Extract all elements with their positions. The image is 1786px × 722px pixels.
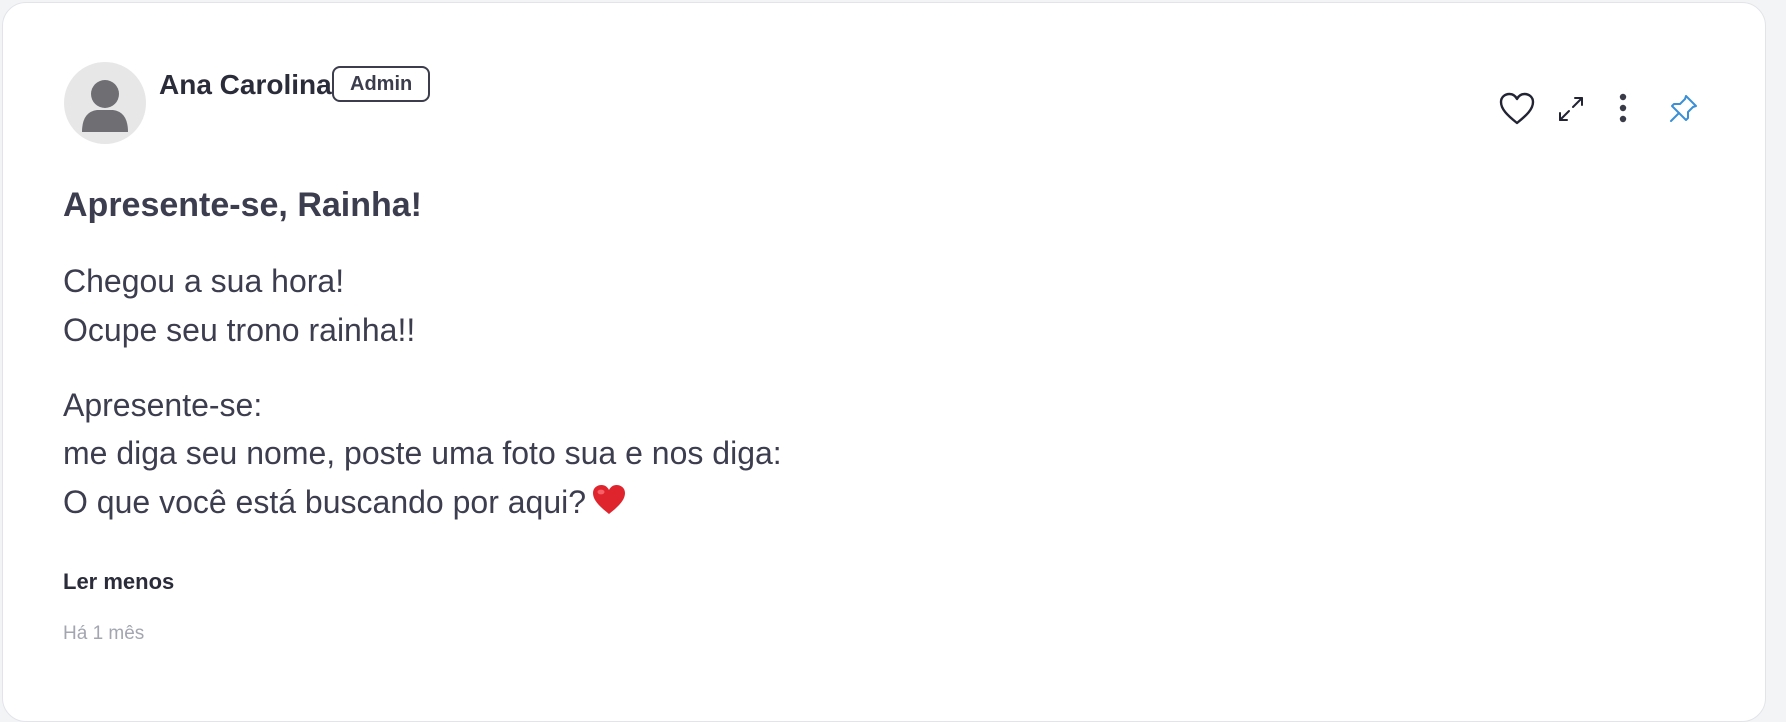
- like-button[interactable]: [1495, 87, 1539, 131]
- more-options-button[interactable]: [1601, 87, 1645, 131]
- pin-button[interactable]: [1661, 87, 1705, 131]
- post-body-line-with-emoji: O que você está buscando por aqui?: [63, 480, 626, 527]
- post-body-line: Apresente-se:: [63, 387, 263, 423]
- role-badge: Admin: [332, 66, 431, 102]
- red-heart-emoji: [592, 483, 626, 527]
- post-title: Apresente-se, Rainha!: [63, 186, 422, 224]
- expand-arrows-icon: [1559, 97, 1583, 121]
- post-card: Ana Carolina Admin Apresente-se, Rainha!…: [2, 2, 1766, 722]
- post-body-line: Ocupe seu trono rainha!!: [63, 312, 416, 348]
- post-body-line: me diga seu nome, poste uma foto sua e n…: [63, 435, 782, 471]
- heart-outline-icon: [1499, 92, 1535, 125]
- pin-icon: [1670, 95, 1697, 122]
- post-timestamp: Há 1 mês: [63, 623, 145, 644]
- author-name[interactable]: Ana Carolina: [159, 67, 332, 103]
- expand-button[interactable]: [1549, 87, 1593, 131]
- more-vertical-icon: [1619, 93, 1627, 123]
- post-body-line: Chegou a sua hora!: [63, 263, 345, 299]
- avatar[interactable]: [64, 62, 146, 144]
- user-silhouette-icon: [82, 80, 128, 132]
- read-less-link[interactable]: Ler menos: [63, 567, 174, 597]
- post-body-text: O que você está buscando por aqui?: [63, 484, 587, 520]
